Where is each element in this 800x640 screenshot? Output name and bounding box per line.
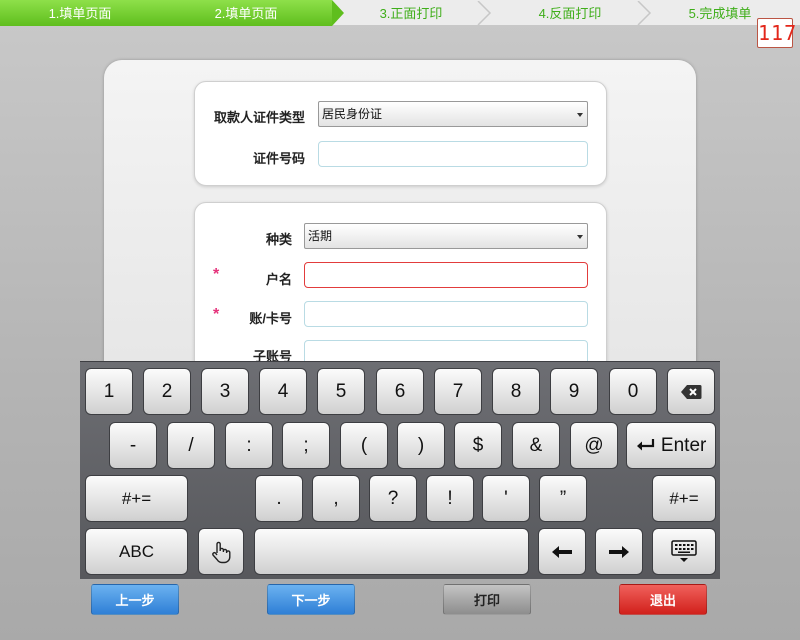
key-9[interactable]: 9 <box>550 368 598 415</box>
key-open-paren[interactable]: ( <box>340 422 388 469</box>
category-label: 种类 <box>265 232 292 247</box>
key-0[interactable]: 0 <box>609 368 657 415</box>
countdown-timer: 117 <box>757 18 796 48</box>
dropdown-caret-icon <box>577 235 583 239</box>
hand-pointer-icon <box>212 541 231 564</box>
key-semicolon[interactable]: ; <box>282 422 330 469</box>
arrow-right-icon <box>609 546 629 558</box>
enter-label: Enter <box>660 435 707 456</box>
key-4[interactable]: 4 <box>259 368 307 415</box>
key-quote[interactable]: ” <box>539 475 587 522</box>
key-dash[interactable]: - <box>109 422 157 469</box>
step-5-label: 5.完成填单 <box>688 6 752 21</box>
key-exclamation[interactable]: ! <box>426 475 474 522</box>
id-type-label: 取款人证件类型 <box>213 110 305 125</box>
key-close-paren[interactable]: ) <box>397 422 445 469</box>
key-8[interactable]: 8 <box>492 368 540 415</box>
arrow-right-key[interactable] <box>595 528 643 575</box>
step-4-label: 4.反面打印 <box>538 6 602 21</box>
key-ampersand[interactable]: & <box>512 422 560 469</box>
on-screen-keyboard: 1 2 3 4 5 6 7 8 9 0 - / : ; ( ) $ & @ En… <box>80 361 720 579</box>
key-7[interactable]: 7 <box>434 368 482 415</box>
step-2-label: 2.填单页面 <box>214 6 278 21</box>
step-progress-bar: 1.填单页面 2.填单页面 3.正面打印 4.反面打印 5.完成填单 <box>0 0 800 26</box>
account-number-label: 账/卡号 <box>249 311 292 326</box>
key-apostrophe[interactable]: ' <box>482 475 530 522</box>
category-select[interactable]: 活期 <box>304 223 588 249</box>
id-type-value: 居民身份证 <box>322 107 383 121</box>
step-arrow-icon <box>332 0 344 26</box>
hide-keyboard-key[interactable] <box>652 528 716 575</box>
id-card-section: 取款人证件类型 居民身份证 证件号码 <box>194 81 607 186</box>
category-value: 活期 <box>308 229 333 243</box>
key-dollar[interactable]: $ <box>454 422 502 469</box>
print-button[interactable]: 打印 <box>443 584 531 615</box>
step-3: 3.正面打印 <box>332 0 492 26</box>
key-6[interactable]: 6 <box>376 368 424 415</box>
key-2[interactable]: 2 <box>143 368 191 415</box>
space-key[interactable] <box>254 528 529 575</box>
key-3[interactable]: 3 <box>201 368 249 415</box>
keyboard-hide-icon <box>671 540 697 562</box>
key-comma[interactable]: , <box>312 475 360 522</box>
account-name-input[interactable] <box>304 262 588 288</box>
form-panel: 取款人证件类型 居民身份证 证件号码 种类 活期 * 户名 * 账/卡号 子账号 <box>104 60 696 402</box>
account-number-input[interactable] <box>304 301 588 327</box>
key-5[interactable]: 5 <box>317 368 365 415</box>
key-question[interactable]: ? <box>369 475 417 522</box>
step-1-label: 1.填单页面 <box>48 6 112 21</box>
dropdown-caret-icon <box>577 113 583 117</box>
step-2: 2.填单页面 <box>160 0 344 26</box>
backspace-icon <box>681 385 702 399</box>
next-step-button[interactable]: 下一步 <box>267 584 355 615</box>
id-number-input[interactable] <box>318 141 588 167</box>
step-1: 1.填单页面 <box>0 0 160 26</box>
prev-step-button[interactable]: 上一步 <box>91 584 179 615</box>
symbols-key-right[interactable]: #+= <box>652 475 716 522</box>
key-slash[interactable]: / <box>167 422 215 469</box>
account-name-label: 户名 <box>265 272 292 287</box>
handwriting-key[interactable] <box>198 528 244 575</box>
enter-arrow-icon <box>636 439 654 451</box>
key-1[interactable]: 1 <box>85 368 133 415</box>
arrow-left-key[interactable] <box>538 528 586 575</box>
step-3-label: 3.正面打印 <box>379 6 443 21</box>
key-at[interactable]: @ <box>570 422 618 469</box>
key-colon[interactable]: : <box>225 422 273 469</box>
backspace-key[interactable] <box>667 368 715 415</box>
enter-key[interactable]: Enter <box>626 422 716 469</box>
id-type-select[interactable]: 居民身份证 <box>318 101 588 127</box>
abc-key[interactable]: ABC <box>85 528 188 575</box>
exit-button[interactable]: 退出 <box>619 584 707 615</box>
step-4: 4.反面打印 <box>490 0 652 26</box>
key-period[interactable]: . <box>255 475 303 522</box>
symbols-key-left[interactable]: #+= <box>85 475 188 522</box>
id-number-label: 证件号码 <box>252 151 305 166</box>
arrow-left-icon <box>552 546 572 558</box>
